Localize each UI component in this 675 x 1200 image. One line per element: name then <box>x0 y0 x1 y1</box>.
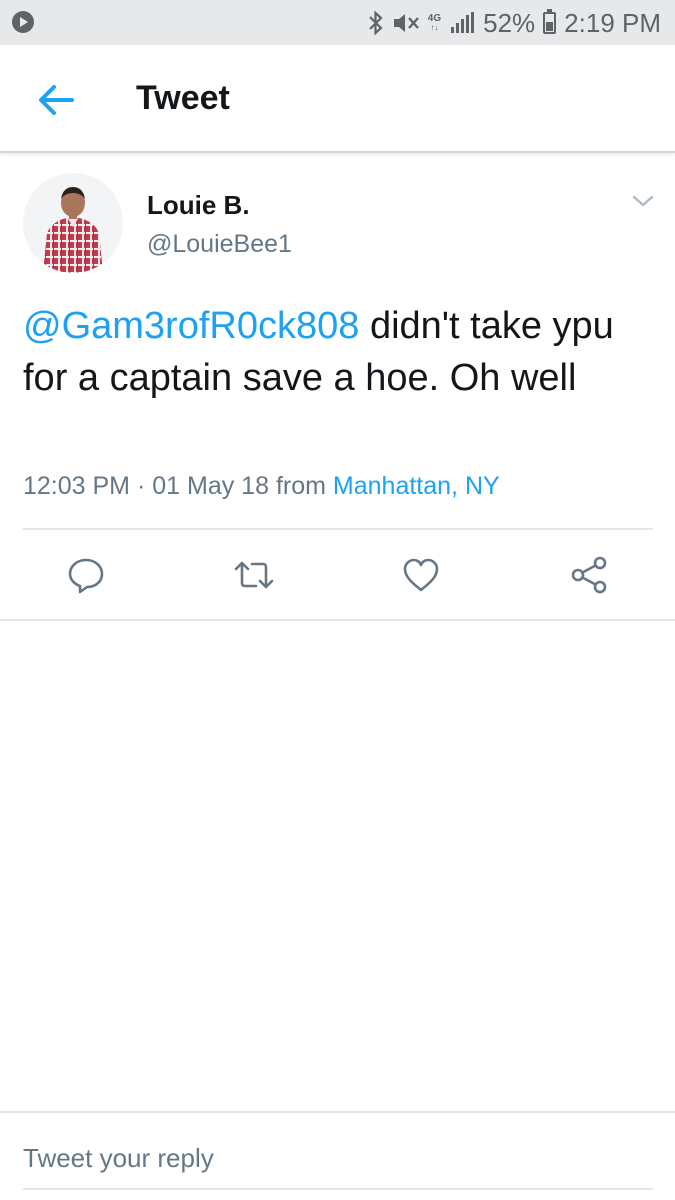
reply-button[interactable] <box>66 555 106 595</box>
status-bar: 4G ↑↓ 52% 2:19 PM <box>0 0 675 45</box>
author-name[interactable]: Louie B. <box>147 190 250 221</box>
mention-link[interactable]: @Gam3rofR0ck808 <box>23 305 359 347</box>
reply-icon <box>68 558 104 594</box>
divider <box>23 528 653 530</box>
tweet-date: 01 May 18 <box>152 472 269 500</box>
from-label: from <box>275 472 326 500</box>
share-button[interactable] <box>570 555 610 595</box>
lte-icon: 4G ↑↓ <box>427 13 442 33</box>
mute-icon <box>393 14 419 32</box>
signal-icon <box>451 12 475 33</box>
retweet-button[interactable] <box>232 555 274 595</box>
place-link[interactable]: Manhattan, NY <box>333 472 500 500</box>
retweet-icon <box>234 561 274 589</box>
tweet-meta: 12:03 PM · 01 May 18 from Manhattan, NY <box>23 472 500 501</box>
reply-underline <box>23 1188 653 1190</box>
app-bar: Tweet <box>0 45 675 153</box>
chevron-down-icon <box>632 195 654 207</box>
status-time: 2:19 PM <box>564 7 661 38</box>
bluetooth-icon <box>369 10 383 36</box>
like-button[interactable] <box>401 555 441 595</box>
status-icons: 4G ↑↓ 52% 2:19 PM <box>368 6 661 40</box>
battery-percent: 52% <box>483 7 536 38</box>
author-handle[interactable]: @LouieBee1 <box>147 230 292 259</box>
app-icon <box>12 11 34 33</box>
page-title: Tweet <box>136 79 230 117</box>
tweet-time: 12:03 PM <box>23 472 131 500</box>
meta-separator: · <box>136 472 146 500</box>
section-divider <box>0 619 675 621</box>
back-button[interactable] <box>32 75 80 123</box>
avatar-image <box>23 173 123 273</box>
avatar[interactable] <box>23 173 123 273</box>
reply-input[interactable]: Tweet your reply <box>23 1143 214 1174</box>
tweet-options-button[interactable] <box>628 188 658 214</box>
battery-icon <box>543 9 557 34</box>
like-icon <box>403 558 439 592</box>
share-icon <box>571 556 607 594</box>
arrow-left-icon <box>39 85 74 115</box>
network-type: 4G <box>427 13 442 24</box>
tweet-text: @Gam3rofR0ck808 didn't take ypu for a ca… <box>23 300 643 404</box>
